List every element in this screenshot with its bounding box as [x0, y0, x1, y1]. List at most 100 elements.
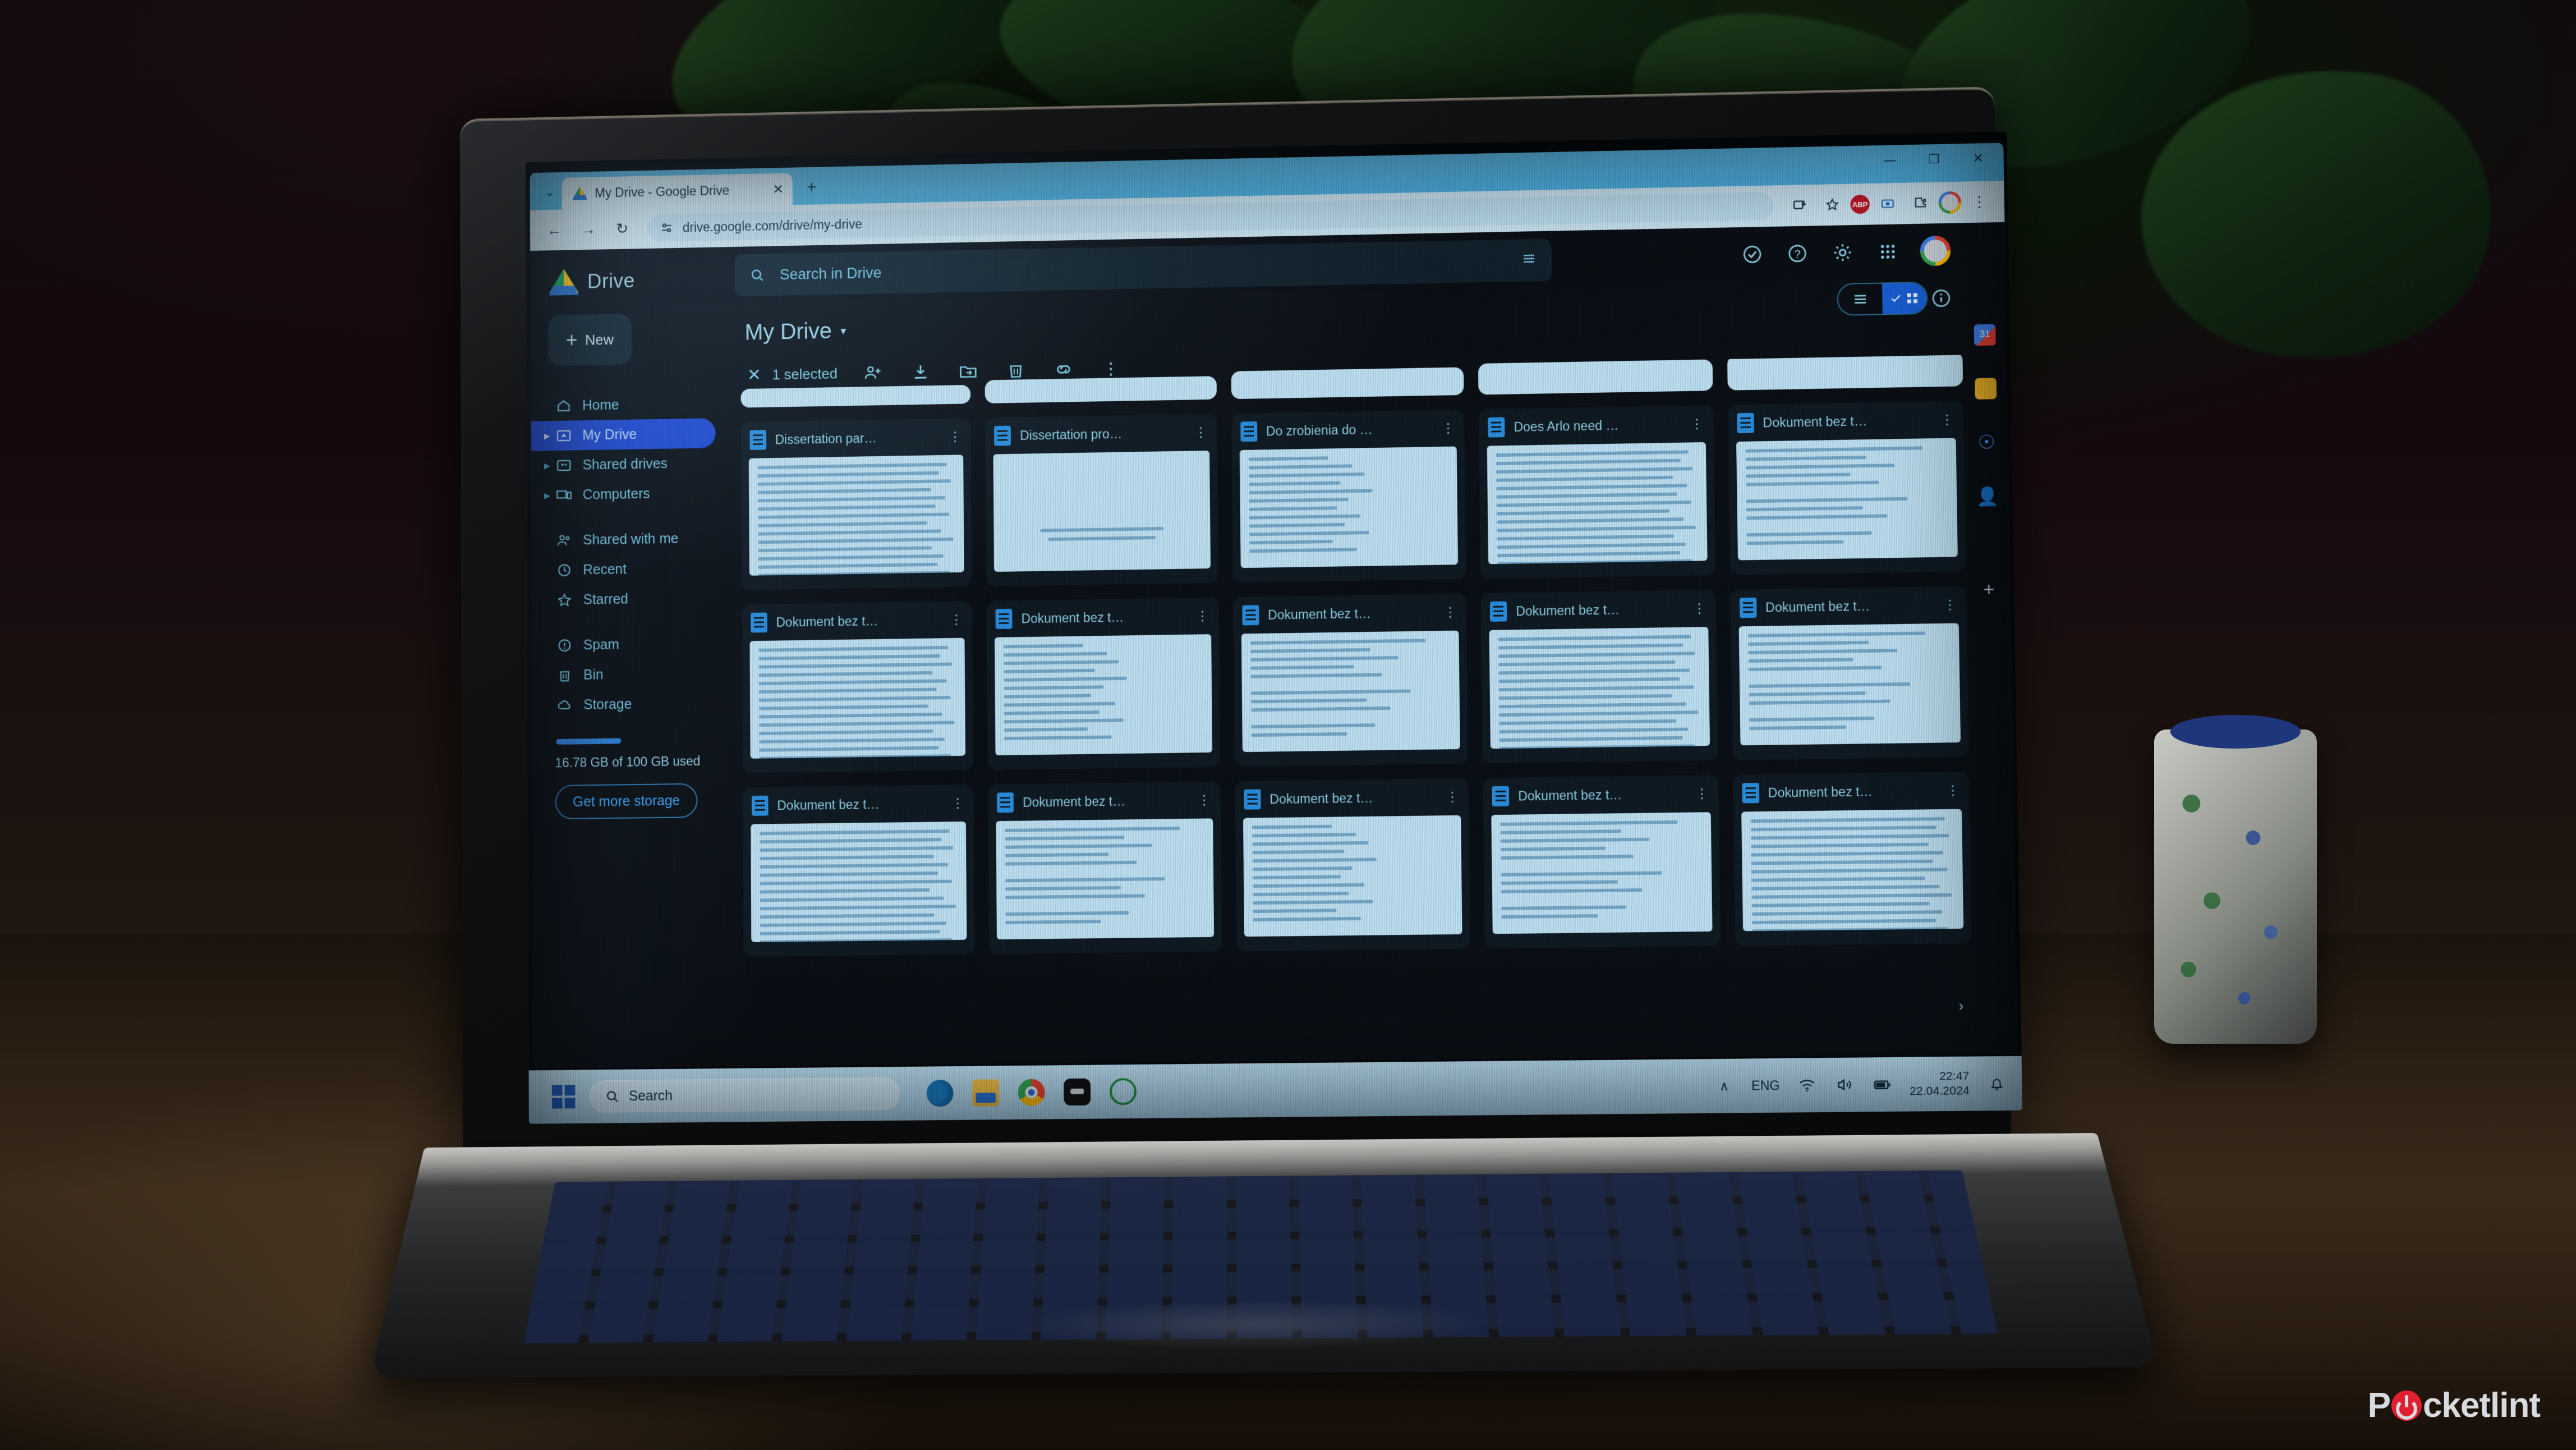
- file-card[interactable]: Dokument bez t… ⋮: [1480, 589, 1718, 764]
- sidebar-item-shared-with-me[interactable]: Shared with me: [531, 523, 729, 556]
- file-card[interactable]: Dokument bez t… ⋮: [1732, 772, 1972, 946]
- sidebar-item-recent[interactable]: Recent: [531, 553, 729, 586]
- file-card[interactable]: Dokument bez t… ⋮: [1727, 401, 1966, 575]
- adblock-extension-icon[interactable]: ABP: [1850, 194, 1870, 214]
- back-button[interactable]: ←: [540, 215, 569, 245]
- file-card[interactable]: Dokument bez t… ⋮: [742, 601, 974, 773]
- file-card-partial[interactable]: [1231, 367, 1464, 400]
- google-tasks-icon[interactable]: ☉: [1976, 432, 1998, 453]
- google-apps-grid-icon[interactable]: [1875, 238, 1901, 265]
- list-view-icon[interactable]: [1838, 284, 1882, 315]
- get-more-storage-button[interactable]: Get more storage: [555, 783, 698, 820]
- file-card-partial[interactable]: [1478, 359, 1713, 395]
- taskbar-search-input[interactable]: Search: [589, 1077, 900, 1113]
- help-icon[interactable]: ?: [1784, 240, 1811, 267]
- file-more-actions-icon[interactable]: ⋮: [1446, 788, 1460, 805]
- file-more-actions-icon[interactable]: ⋮: [1198, 792, 1212, 808]
- windows-start-icon[interactable]: [551, 1085, 576, 1109]
- add-side-panel-icon[interactable]: +: [1983, 579, 1995, 600]
- minimize-button[interactable]: —: [1867, 146, 1912, 175]
- file-more-actions-icon[interactable]: ⋮: [948, 429, 962, 445]
- reload-button[interactable]: ↻: [608, 214, 637, 244]
- volume-icon[interactable]: [1834, 1075, 1855, 1095]
- file-card-partial[interactable]: [985, 376, 1217, 403]
- file-more-actions-icon[interactable]: ⋮: [1943, 596, 1958, 613]
- sidebar-item-home[interactable]: Home: [531, 388, 729, 421]
- chrome-menu-icon[interactable]: ⋮: [1965, 187, 1994, 217]
- expand-caret-icon[interactable]: ▶: [544, 461, 550, 470]
- maximize-button[interactable]: ❐: [1912, 145, 1956, 173]
- file-more-actions-icon[interactable]: ⋮: [951, 795, 965, 811]
- file-card[interactable]: Dissertation pro… ⋮: [985, 414, 1218, 586]
- language-indicator[interactable]: ENG: [1751, 1078, 1780, 1094]
- chrome-icon[interactable]: [1018, 1079, 1045, 1106]
- file-card[interactable]: Dokument bez t… ⋮: [986, 597, 1221, 770]
- sidebar-item-starred[interactable]: Starred: [531, 582, 730, 616]
- install-app-icon[interactable]: [1784, 191, 1814, 221]
- file-card-partial[interactable]: [1727, 355, 1963, 391]
- file-card[interactable]: Dokument bez t… ⋮: [1235, 778, 1471, 952]
- search-options-icon[interactable]: [1521, 250, 1537, 270]
- chrome-profile-avatar[interactable]: [1938, 191, 1962, 214]
- file-grid-scroll[interactable]: Dissertation par… ⋮ Dissertation pro… ⋮ Do z…: [740, 355, 1974, 1058]
- file-card[interactable]: Dokument bez t… ⋮: [1730, 586, 1969, 760]
- edge-icon[interactable]: [926, 1080, 954, 1107]
- sidebar-item-computers[interactable]: ▶ Computers: [531, 478, 729, 511]
- google-account-avatar[interactable]: [1920, 235, 1951, 267]
- taskbar-clock[interactable]: 22:47 22.04.2024: [1909, 1069, 1970, 1099]
- file-card-partial[interactable]: [740, 384, 971, 408]
- file-more-actions-icon[interactable]: ⋮: [950, 612, 964, 628]
- activity-icon[interactable]: [1739, 241, 1765, 268]
- new-button[interactable]: + New: [548, 314, 632, 366]
- sidebar-item-storage[interactable]: Storage: [532, 688, 730, 721]
- forward-button[interactable]: →: [574, 215, 602, 244]
- file-explorer-icon[interactable]: [972, 1079, 1000, 1107]
- file-more-actions-icon[interactable]: ⋮: [1695, 786, 1709, 802]
- sidebar-item-shared-drives[interactable]: ▶ Shared drives: [531, 448, 729, 481]
- file-card[interactable]: Dokument bez t… ⋮: [743, 784, 975, 957]
- battery-icon[interactable]: [1872, 1074, 1893, 1095]
- file-more-actions-icon[interactable]: ⋮: [1196, 608, 1210, 624]
- file-more-actions-icon[interactable]: ⋮: [1441, 420, 1455, 436]
- google-contacts-icon[interactable]: 👤: [1976, 485, 1999, 507]
- close-window-button[interactable]: ✕: [1956, 144, 2000, 173]
- sidebar-item-my-drive[interactable]: ▶ My Drive: [531, 418, 716, 451]
- breadcrumb[interactable]: My Drive ▾: [745, 297, 2007, 345]
- file-more-actions-icon[interactable]: ⋮: [1692, 600, 1707, 617]
- file-more-actions-icon[interactable]: ⋮: [1946, 782, 1961, 799]
- bookmark-star-icon[interactable]: [1818, 190, 1847, 220]
- app-dark-icon[interactable]: [1064, 1078, 1091, 1106]
- file-more-actions-icon[interactable]: ⋮: [1194, 424, 1208, 440]
- google-calendar-icon[interactable]: 31: [1974, 324, 1996, 346]
- expand-caret-icon[interactable]: ▶: [544, 431, 550, 440]
- file-card[interactable]: Dissertation par… ⋮: [740, 418, 973, 590]
- drive-brand[interactable]: Drive: [530, 261, 728, 296]
- tab-search-chevron-icon[interactable]: ⌄: [537, 180, 562, 205]
- search-input[interactable]: Search in Drive: [734, 238, 1552, 297]
- scroll-next-icon[interactable]: ›: [1958, 997, 1963, 1015]
- wifi-icon[interactable]: [1797, 1075, 1818, 1096]
- file-card[interactable]: Dokument bez t… ⋮: [1483, 774, 1721, 949]
- settings-gear-icon[interactable]: [1829, 240, 1856, 266]
- new-tab-button[interactable]: +: [807, 178, 816, 197]
- notification-bell-icon[interactable]: [1986, 1073, 2007, 1094]
- chevron-down-icon[interactable]: ▾: [840, 324, 846, 338]
- sidebar-item-bin[interactable]: Bin: [532, 658, 730, 690]
- browser-tab[interactable]: My Drive - Google Drive ✕: [562, 173, 793, 210]
- tab-close-icon[interactable]: ✕: [772, 181, 784, 198]
- file-card[interactable]: Do zrobienia do … ⋮: [1231, 409, 1466, 583]
- file-card[interactable]: Dokument bez t… ⋮: [988, 781, 1222, 955]
- sidebar-item-spam[interactable]: Spam: [532, 628, 730, 660]
- details-info-icon[interactable]: [1929, 286, 1954, 311]
- file-more-actions-icon[interactable]: ⋮: [1690, 416, 1705, 432]
- file-card[interactable]: Does Arlo need … ⋮: [1479, 405, 1715, 579]
- file-more-actions-icon[interactable]: ⋮: [1443, 604, 1457, 620]
- google-keep-icon[interactable]: [1975, 378, 1997, 400]
- whatsapp-icon[interactable]: [1109, 1078, 1137, 1105]
- file-card[interactable]: Dokument bez t… ⋮: [1233, 593, 1469, 767]
- view-toggle[interactable]: [1837, 282, 1928, 316]
- grid-view-icon[interactable]: [1882, 283, 1927, 314]
- tray-expand-chevron-icon[interactable]: ∧: [1714, 1076, 1735, 1096]
- media-extension-icon[interactable]: [1873, 189, 1902, 219]
- extensions-puzzle-icon[interactable]: [1906, 189, 1935, 218]
